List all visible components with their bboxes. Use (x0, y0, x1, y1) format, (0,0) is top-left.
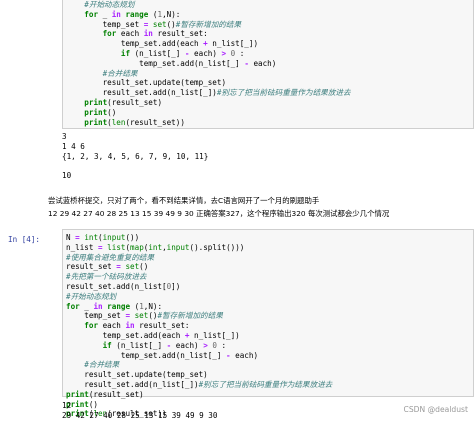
code-line[interactable]: #合并结果 (66, 69, 473, 79)
code-line[interactable]: if (n_list[_] - each) > 0 : (66, 341, 473, 351)
code-line[interactable]: temp_set.add(n_list[_] - each) (66, 351, 473, 361)
code-line[interactable]: print(result_set) (66, 390, 473, 400)
code-editor-1[interactable]: #开始动态规划 for _ in range (1,N): temp_set =… (63, 0, 473, 127)
output-line: {1, 2, 3, 4, 5, 6, 7, 9, 10, 11} (62, 151, 209, 161)
code-line[interactable]: print(len(result_set)) (66, 118, 473, 128)
code-line[interactable]: result_set.add(n_list[_])#别忘了把当前砝码重量作为结果… (66, 380, 473, 390)
code-line[interactable]: #先把第一个砝码放进去 (66, 272, 473, 282)
code-editor-2[interactable]: N = int(input()) n_list = list(map(int,in… (63, 230, 473, 419)
code-line[interactable]: for each in result_set: (66, 321, 473, 331)
output-area-1: 31 4 6 {1, 2, 3, 4, 5, 6, 7, 9, 10, 11} 1… (62, 132, 474, 181)
code-line[interactable]: temp_set = set()#暂存新增加的结果 (66, 311, 473, 321)
code-line[interactable]: #开始动态规划 (66, 0, 473, 10)
code-line[interactable]: result_set.update(temp_set) (66, 78, 473, 88)
code-line[interactable]: for _ in range (1,N): (66, 302, 473, 312)
code-line[interactable]: temp_set = set()#暂存新增加的结果 (66, 20, 473, 30)
markdown-line-2: 12 29 42 27 40 28 25 13 15 39 49 9 30 正确… (48, 209, 390, 218)
code-line[interactable]: result_set.add(n_list[0]) (66, 282, 473, 292)
code-line[interactable]: #开始动态规划 (66, 292, 473, 302)
code-line[interactable]: result_set.update(temp_set) (66, 370, 473, 380)
code-line[interactable]: for _ in range (1,N): (66, 10, 473, 20)
code-line[interactable]: print(result_set) (66, 98, 473, 108)
code-line[interactable]: temp_set.add(n_list[_] - each) (66, 59, 473, 69)
output-line: 1 4 6 (62, 141, 85, 151)
code-line[interactable]: n_list = list(map(int,input().split())) (66, 243, 473, 253)
code-cell-1[interactable]: #开始动态规划 for _ in range (1,N): temp_set =… (62, 0, 474, 129)
code-line[interactable]: for each in result_set: (66, 29, 473, 39)
code-line[interactable]: print() (66, 108, 473, 118)
output-line: 10 (62, 171, 72, 181)
markdown-line-1: 尝试蓝桥杯提交，只对了两个，看不到结果详情，去C语言网开了一个月的刷题助手 (48, 196, 320, 205)
cell-prompt-2: In [4]: (8, 235, 41, 244)
code-line[interactable]: if (n_list[_] - each) > 0 : (66, 49, 473, 59)
watermark: CSDN @dealdust (403, 405, 468, 414)
code-line[interactable]: result_set.add(n_list[_])#别忘了把当前砝码重量作为结果… (66, 88, 473, 98)
code-cell-2[interactable]: N = int(input()) n_list = list(map(int,in… (62, 229, 474, 418)
code-line[interactable]: N = int(input()) (66, 233, 473, 243)
output-line: 3 (62, 132, 67, 141)
code-line[interactable]: temp_set.add(each + n_list[_]) (66, 331, 473, 341)
code-line[interactable]: result_set = set() (66, 262, 473, 272)
code-line[interactable]: #合并结果 (66, 360, 473, 370)
code-line[interactable]: temp_set.add(each + n_list[_]) (66, 39, 473, 49)
code-line[interactable]: #使用集合避免重复的结果 (66, 253, 473, 263)
